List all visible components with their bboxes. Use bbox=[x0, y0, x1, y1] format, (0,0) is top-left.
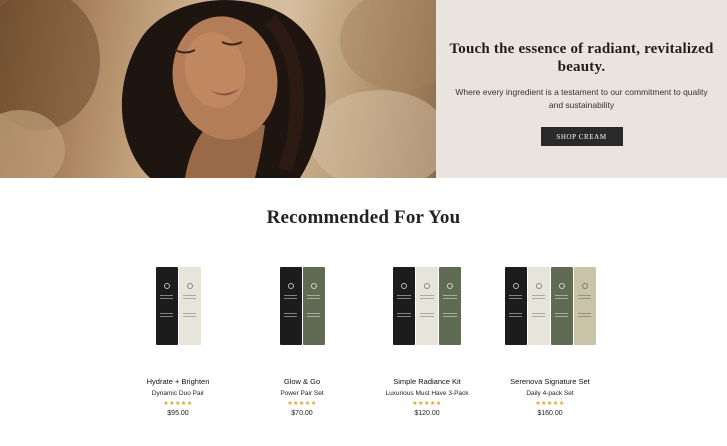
brand-logo-icon bbox=[424, 283, 430, 289]
star-rating: ★★★★★ bbox=[535, 401, 565, 407]
label-line bbox=[397, 295, 411, 296]
brand-logo-icon bbox=[535, 283, 542, 289]
product-box bbox=[155, 267, 178, 345]
product-name[interactable]: Glow & Go bbox=[242, 377, 362, 387]
brand-logo-icon bbox=[163, 283, 170, 289]
product-card[interactable]: Serenova Signature Set Daily 4-pack Set … bbox=[490, 262, 610, 446]
label-line bbox=[531, 316, 546, 317]
label-line bbox=[182, 295, 197, 296]
label-line bbox=[508, 295, 523, 296]
label-line bbox=[443, 316, 457, 317]
label-line bbox=[443, 295, 457, 296]
star-rating: ★★★★★ bbox=[287, 401, 317, 407]
label-line bbox=[283, 316, 298, 317]
brand-logo-icon bbox=[558, 283, 565, 289]
product-name[interactable]: Simple Radiance Kit bbox=[367, 377, 487, 387]
label-line bbox=[577, 316, 592, 317]
product-price: $95.00 bbox=[167, 410, 189, 417]
hero-text-panel: Touch the essence of radiant, revitalize… bbox=[436, 0, 727, 178]
product-box bbox=[550, 267, 573, 345]
product-price: $160.00 bbox=[537, 410, 563, 417]
label-line bbox=[306, 313, 321, 314]
label-line bbox=[577, 298, 592, 299]
label-line bbox=[306, 316, 321, 317]
product-image[interactable] bbox=[367, 262, 487, 348]
product-image[interactable] bbox=[118, 262, 238, 348]
product-name[interactable]: Hydrate + Brighten bbox=[118, 377, 238, 387]
label-line bbox=[508, 316, 523, 317]
label-line bbox=[397, 313, 411, 314]
product-box bbox=[393, 267, 415, 345]
label-line bbox=[443, 298, 457, 299]
label-line bbox=[531, 295, 546, 296]
label-line bbox=[420, 316, 434, 317]
brand-logo-icon bbox=[447, 283, 453, 289]
product-subtitle: Daily 4-pack Set bbox=[526, 390, 574, 397]
label-line bbox=[531, 313, 546, 314]
product-subtitle: Luxurious Must Have 3-Pack bbox=[385, 390, 469, 397]
label-line bbox=[283, 313, 298, 314]
portrait-photo-icon bbox=[0, 0, 436, 178]
label-line bbox=[420, 298, 434, 299]
product-card[interactable]: Simple Radiance Kit Luxurious Must Have … bbox=[367, 262, 487, 446]
product-grid: Hydrate + Brighten Dynamic Duo Pair ★★★★… bbox=[0, 262, 727, 446]
label-line bbox=[443, 313, 457, 314]
label-line bbox=[283, 295, 298, 296]
product-box bbox=[504, 267, 527, 345]
label-line bbox=[508, 298, 523, 299]
label-line bbox=[397, 298, 411, 299]
label-line bbox=[159, 313, 174, 314]
label-line bbox=[531, 298, 546, 299]
product-box bbox=[178, 267, 201, 345]
star-rating: ★★★★★ bbox=[412, 401, 442, 407]
label-line bbox=[283, 298, 298, 299]
label-line bbox=[306, 298, 321, 299]
product-box bbox=[527, 267, 550, 345]
label-line bbox=[554, 298, 569, 299]
product-box bbox=[439, 267, 461, 345]
label-line bbox=[554, 295, 569, 296]
product-card[interactable]: Hydrate + Brighten Dynamic Duo Pair ★★★★… bbox=[118, 262, 238, 446]
star-rating: ★★★★★ bbox=[163, 401, 193, 407]
shop-cream-button[interactable]: SHOP CREAM bbox=[540, 127, 623, 146]
brand-logo-icon bbox=[401, 283, 407, 289]
label-line bbox=[577, 295, 592, 296]
label-line bbox=[159, 316, 174, 317]
label-line bbox=[182, 313, 197, 314]
product-price: $70.00 bbox=[291, 410, 313, 417]
brand-logo-icon bbox=[310, 283, 317, 289]
label-line bbox=[159, 295, 174, 296]
hero-title: Touch the essence of radiant, revitalize… bbox=[449, 41, 714, 75]
brand-logo-icon bbox=[512, 283, 519, 289]
brand-logo-icon bbox=[581, 283, 588, 289]
label-line bbox=[397, 316, 411, 317]
product-subtitle: Power Pair Set bbox=[280, 390, 324, 397]
product-name[interactable]: Serenova Signature Set bbox=[490, 377, 610, 387]
label-line bbox=[420, 295, 434, 296]
hero-subtitle: Where every ingredient is a testament to… bbox=[455, 87, 708, 110]
product-card[interactable]: Glow & Go Power Pair Set ★★★★★ $70.00 bbox=[242, 262, 362, 446]
product-box bbox=[416, 267, 438, 345]
hero-image bbox=[0, 0, 436, 178]
brand-logo-icon bbox=[287, 283, 294, 289]
label-line bbox=[554, 316, 569, 317]
product-image[interactable] bbox=[242, 262, 362, 348]
hero-banner: Touch the essence of radiant, revitalize… bbox=[0, 0, 727, 178]
product-box bbox=[302, 267, 325, 345]
label-line bbox=[508, 313, 523, 314]
label-line bbox=[306, 295, 321, 296]
product-subtitle: Dynamic Duo Pair bbox=[151, 390, 205, 397]
product-box bbox=[573, 267, 596, 345]
label-line bbox=[554, 313, 569, 314]
product-image[interactable] bbox=[490, 262, 610, 348]
label-line bbox=[159, 298, 174, 299]
label-line bbox=[577, 313, 592, 314]
product-box bbox=[279, 267, 302, 345]
label-line bbox=[182, 316, 197, 317]
product-price: $120.00 bbox=[414, 410, 440, 417]
label-line bbox=[420, 313, 434, 314]
label-line bbox=[182, 298, 197, 299]
recommended-title: Recommended For You bbox=[266, 207, 461, 228]
brand-logo-icon bbox=[186, 283, 193, 289]
